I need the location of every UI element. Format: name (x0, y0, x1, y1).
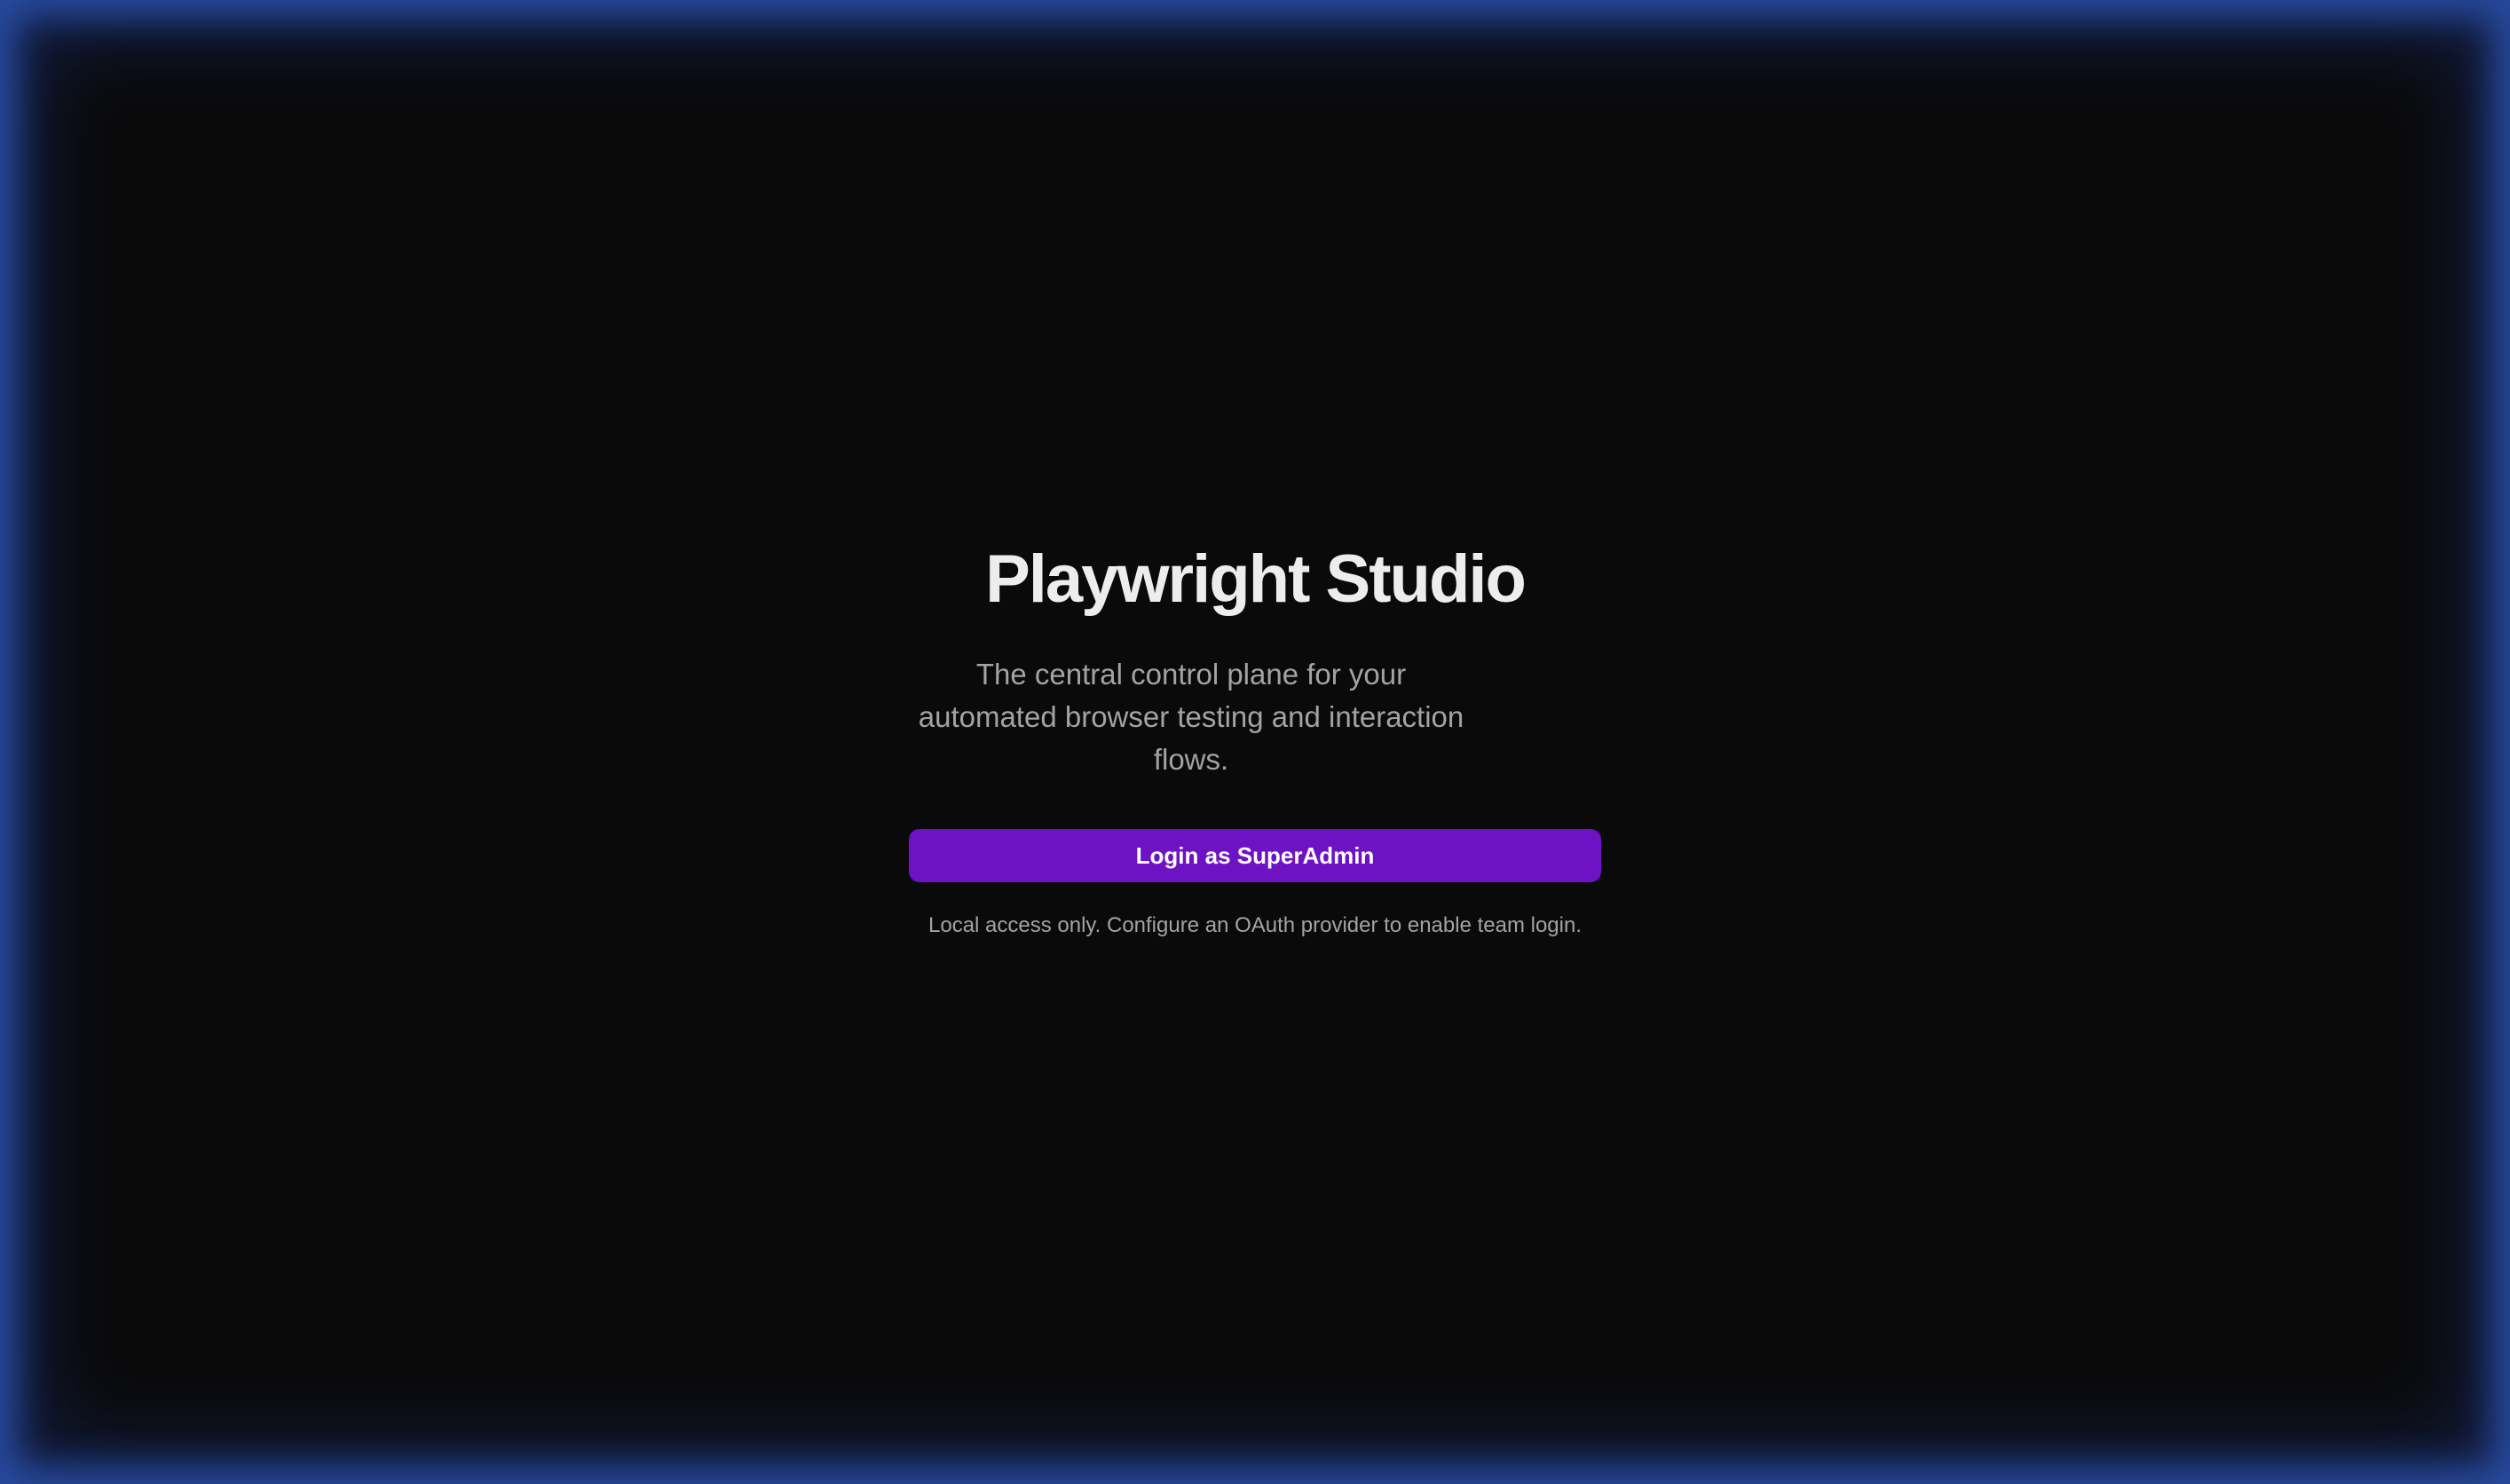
login-superadmin-button[interactable]: Login as SuperAdmin (909, 829, 1601, 882)
page-title: Playwright Studio (985, 541, 1527, 617)
page-subtitle: The central control plane for your autom… (918, 658, 1464, 776)
window-frame: Playwright Studio The central control pl… (0, 0, 2510, 1484)
app-screen: Playwright Studio The central control pl… (0, 0, 2510, 1484)
login-note: Local access only. Configure an OAuth pr… (928, 913, 1582, 937)
login-panel: Playwright Studio The central control pl… (0, 0, 2510, 1484)
